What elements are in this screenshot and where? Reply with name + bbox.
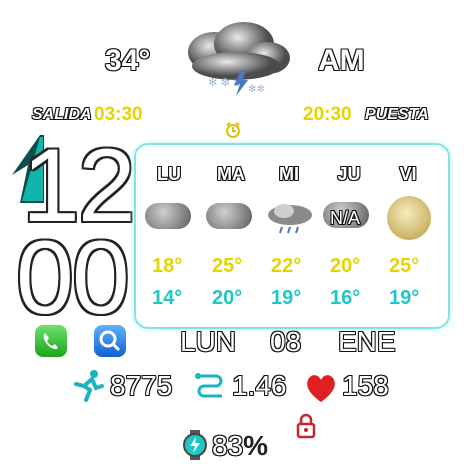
search-button[interactable] — [94, 325, 126, 357]
forecast-low: 14° — [152, 287, 183, 309]
lock-icon[interactable] — [296, 413, 316, 439]
forecast-low: 20° — [212, 287, 243, 309]
battery-unit: % — [243, 430, 269, 461]
cloudy-rain-icon — [266, 201, 314, 235]
battery-watch-icon — [181, 430, 209, 460]
heart-rate-value: 158 — [342, 370, 389, 401]
date-month: ENE — [338, 326, 396, 357]
phone-icon — [43, 333, 58, 349]
cloudy-icon — [145, 203, 191, 229]
distance-value: 1.46 — [232, 370, 287, 401]
forecast-low: 19° — [271, 287, 302, 309]
sunset-label: PUESTA — [365, 106, 429, 123]
current-temperature: 34° — [105, 44, 151, 77]
forecast-na-text: N/A — [330, 208, 361, 228]
weather-snow-cloud-icon: ✻ ✼ ✻ ✻✼ — [178, 22, 294, 98]
route-icon — [194, 370, 226, 402]
alarm-icon[interactable] — [224, 121, 242, 139]
forecast-high: 20° — [330, 255, 361, 277]
forecast-high: 25° — [212, 255, 243, 277]
sunset-time: 20:30 — [303, 104, 352, 125]
phone-button[interactable] — [35, 325, 67, 357]
forecast-high: 25° — [389, 255, 420, 277]
date-weekday: LUN — [180, 326, 237, 357]
forecast-low: 19° — [389, 287, 420, 309]
runner-icon — [70, 368, 106, 404]
svg-text:✻✼: ✻✼ — [248, 84, 265, 95]
battery-percent: 83 — [212, 430, 244, 461]
forecast-low: 16° — [330, 287, 361, 309]
cloudy-icon — [206, 203, 252, 229]
sunrise-label: SALIDA — [32, 106, 92, 123]
heart-icon — [303, 372, 339, 404]
sunrise-time: 03:30 — [94, 104, 143, 125]
forecast-day: VI — [399, 164, 417, 184]
minute-display: 00 — [16, 220, 130, 336]
search-icon — [99, 330, 121, 352]
forecast-high: 18° — [152, 255, 183, 277]
date-day: 08 — [270, 326, 302, 357]
forecast-day: MI — [279, 164, 299, 184]
steps-count: 8775 — [110, 370, 173, 401]
forecast-day: LU — [157, 164, 181, 184]
ampm-indicator: AM — [318, 44, 365, 77]
sunny-icon — [387, 196, 431, 240]
forecast-high: 22° — [271, 255, 302, 277]
battery-level: 83% — [212, 430, 268, 462]
forecast-day: JU — [337, 164, 361, 184]
forecast-day: MA — [217, 164, 245, 184]
